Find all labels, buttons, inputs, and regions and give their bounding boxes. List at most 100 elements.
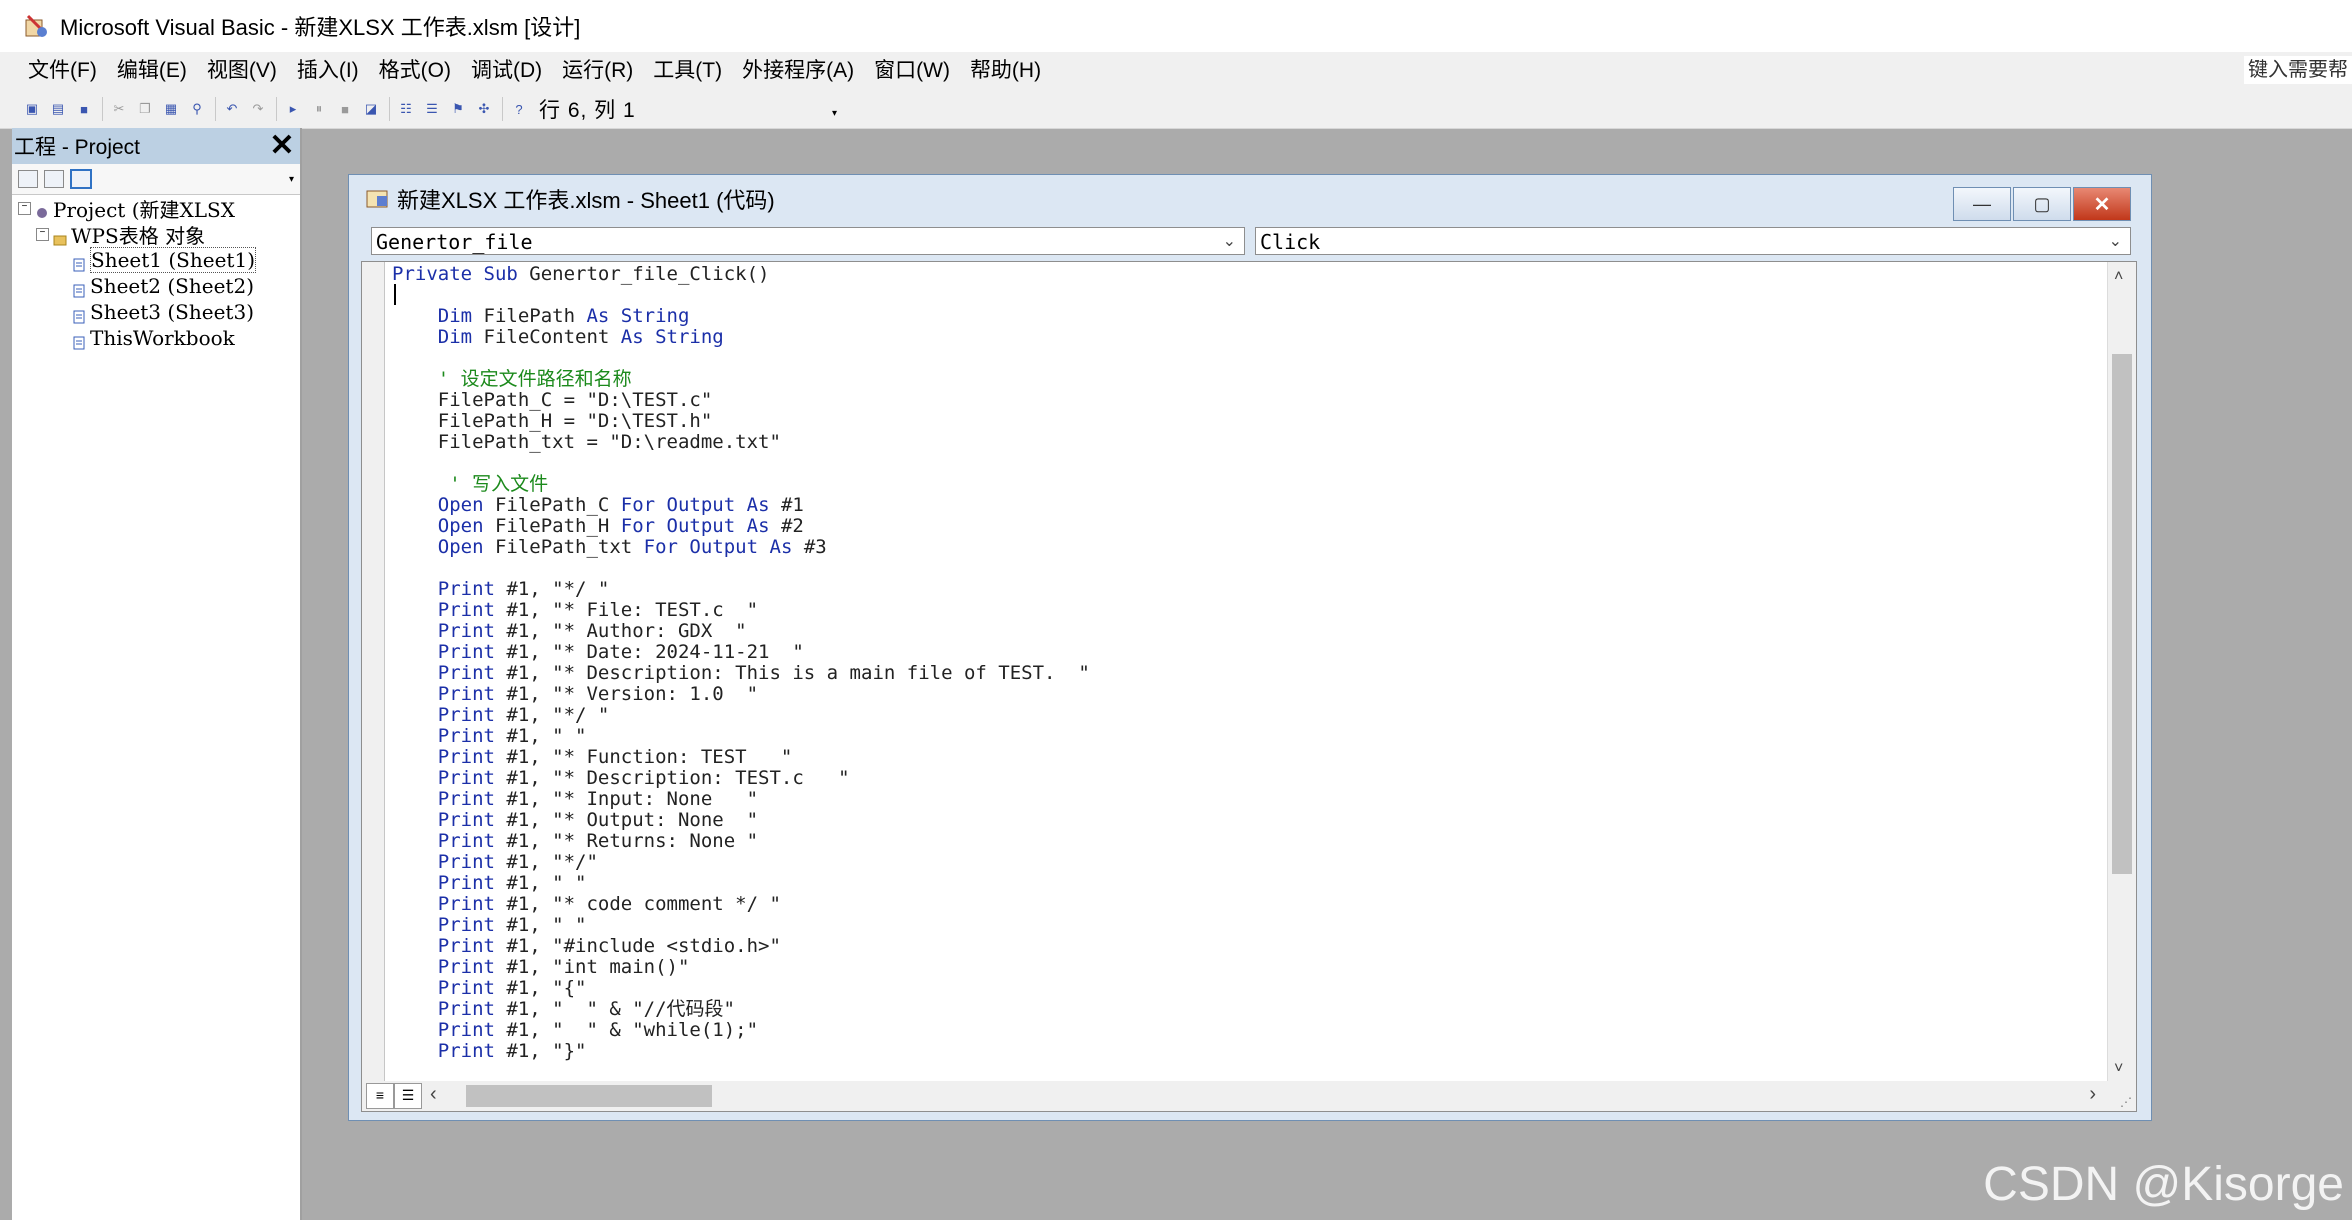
save-icon[interactable]: ■ [74, 99, 94, 119]
code-line[interactable]: Dim FileContent As String [392, 327, 1090, 348]
find-icon[interactable]: ⚲ [187, 99, 207, 119]
code-line[interactable]: Print #1, "* Version: 1.0 " [392, 684, 1090, 705]
code-line[interactable]: Open FilePath_H For Output As #2 [392, 516, 1090, 537]
collapse-icon[interactable]: − [36, 227, 49, 241]
chevron-down-icon[interactable]: ▾ [289, 174, 294, 185]
design-mode-icon[interactable]: ◪ [361, 99, 381, 119]
menu-debug[interactable]: 调试(D) [463, 54, 550, 88]
code-line[interactable]: FilePath_C = "D:\TEST.c" [392, 390, 1090, 411]
procedure-view-icon[interactable]: ≡ [366, 1083, 394, 1109]
view-object-icon[interactable] [44, 170, 64, 188]
toggle-folders-icon[interactable] [70, 169, 92, 189]
code-line[interactable]: Open FilePath_C For Output As #1 [392, 495, 1090, 516]
code-line[interactable]: Print #1, " " [392, 726, 1090, 747]
tree-node-thisworkbook[interactable]: ThisWorkbook [12, 325, 300, 351]
insert-userform-icon[interactable]: ▤ [48, 99, 68, 119]
menu-addins[interactable]: 外接程序(A) [734, 54, 862, 88]
menu-insert[interactable]: 插入(I) [289, 54, 367, 88]
code-line[interactable] [392, 285, 1090, 306]
view-code-icon[interactable] [18, 170, 38, 188]
code-text[interactable]: Private Sub Genertor_file_Click() Dim Fi… [392, 264, 1090, 1062]
code-line[interactable]: Private Sub Genertor_file_Click() [392, 264, 1090, 285]
code-line[interactable]: ' 设定文件路径和名称 [392, 369, 1090, 390]
code-line[interactable]: Print #1, "#include <stdio.h>" [392, 936, 1090, 957]
toolbar-options-chevron-down-icon[interactable]: ▾ [832, 108, 837, 119]
tree-node-folder[interactable]: − WPS表格 对象 [12, 221, 300, 248]
menu-run[interactable]: 运行(R) [554, 54, 641, 88]
scroll-down-icon[interactable]: ˅ [2114, 1060, 2123, 1078]
full-module-view-icon[interactable]: ☰ [394, 1083, 422, 1109]
code-line[interactable]: Print #1, "* Description: This is a main… [392, 663, 1090, 684]
cut-icon[interactable]: ✂ [109, 99, 129, 119]
code-line[interactable]: FilePath_txt = "D:\readme.txt" [392, 432, 1090, 453]
copy-icon[interactable]: ❐ [135, 99, 155, 119]
project-explorer-icon[interactable]: ☷ [396, 99, 416, 119]
resize-grip-icon[interactable]: ⋰ [2120, 1095, 2132, 1109]
paste-icon[interactable]: ▦ [161, 99, 181, 119]
minimize-button[interactable]: — [1953, 187, 2011, 221]
vertical-scroll-thumb[interactable] [2112, 354, 2132, 874]
menu-format[interactable]: 格式(O) [371, 54, 459, 88]
reset-icon[interactable]: ■ [335, 99, 355, 119]
code-line[interactable]: Open FilePath_txt For Output As #3 [392, 537, 1090, 558]
code-line[interactable]: Print #1, "* code comment */ " [392, 894, 1090, 915]
code-line[interactable]: Print #1, "int main()" [392, 957, 1090, 978]
menu-tools[interactable]: 工具(T) [645, 54, 730, 88]
code-line[interactable] [392, 348, 1090, 369]
code-line[interactable]: Print #1, "* Input: None " [392, 789, 1090, 810]
menu-edit[interactable]: 编辑(E) [109, 54, 195, 88]
close-icon[interactable]: ✕ [266, 130, 298, 162]
code-line[interactable]: Print #1, "}" [392, 1041, 1090, 1062]
code-line[interactable] [392, 453, 1090, 474]
code-line[interactable]: Print #1, " " & "while(1);" [392, 1020, 1090, 1041]
menu-file[interactable]: 文件(F) [20, 54, 105, 88]
view-excel-icon[interactable]: ▣ [22, 99, 42, 119]
code-line[interactable]: Print #1, "*/ " [392, 705, 1090, 726]
object-browser-icon[interactable]: ⚑ [448, 99, 468, 119]
tree-node-sheet2[interactable]: Sheet2 (Sheet2) [12, 273, 300, 299]
code-line[interactable]: FilePath_H = "D:\TEST.h" [392, 411, 1090, 432]
code-line[interactable] [392, 558, 1090, 579]
tree-node-sheet3[interactable]: Sheet3 (Sheet3) [12, 299, 300, 325]
scroll-left-icon[interactable]: ‹ [430, 1083, 437, 1106]
code-line[interactable]: Print #1, "*/" [392, 852, 1090, 873]
code-line[interactable]: Print #1, "* File: TEST.c " [392, 600, 1090, 621]
code-line[interactable]: Print #1, "* Returns: None " [392, 831, 1090, 852]
code-line[interactable]: Print #1, "* Function: TEST " [392, 747, 1090, 768]
code-editor[interactable]: Private Sub Genertor_file_Click() Dim Fi… [361, 261, 2137, 1083]
code-line[interactable]: Print #1, " " [392, 915, 1090, 936]
undo-icon[interactable]: ↶ [222, 99, 242, 119]
code-line[interactable]: Print #1, "* Description: TEST.c " [392, 768, 1090, 789]
help-search-input[interactable]: 键入需要帮 [2244, 56, 2352, 84]
chevron-down-icon[interactable]: ⌄ [2109, 228, 2122, 256]
scroll-right-icon[interactable]: › [2089, 1083, 2096, 1106]
menu-view[interactable]: 视图(V) [199, 54, 285, 88]
menu-window[interactable]: 窗口(W) [866, 54, 958, 88]
run-icon[interactable]: ▸ [283, 99, 303, 119]
chevron-down-icon[interactable]: ⌄ [1223, 228, 1236, 256]
redo-icon[interactable]: ↷ [248, 99, 268, 119]
close-button[interactable]: ✕ [2073, 187, 2131, 221]
toolbox-icon[interactable]: ✣ [474, 99, 494, 119]
menu-help[interactable]: 帮助(H) [962, 54, 1049, 88]
vertical-scrollbar[interactable]: ˄ ˅ [2107, 262, 2136, 1082]
procedure-combo[interactable]: Click ⌄ [1255, 227, 2131, 255]
object-combo[interactable]: Genertor_file ⌄ [371, 227, 1245, 255]
code-line[interactable]: Print #1, " " & "//代码段" [392, 999, 1090, 1020]
tree-node-sheet1[interactable]: Sheet1 (Sheet1) [12, 247, 300, 273]
maximize-button[interactable]: ▢ [2013, 187, 2071, 221]
break-icon[interactable]: ⏸ [309, 99, 329, 119]
help-icon[interactable]: ? [509, 99, 529, 119]
code-line[interactable]: Print #1, " " [392, 873, 1090, 894]
margin-indicator-bar[interactable] [362, 262, 385, 1082]
tree-node-project[interactable]: − Project (新建XLSX [12, 195, 300, 222]
code-line[interactable]: Print #1, "* Date: 2024-11-21 " [392, 642, 1090, 663]
code-line[interactable]: Dim FilePath As String [392, 306, 1090, 327]
horizontal-scroll-thumb[interactable] [466, 1085, 712, 1107]
properties-window-icon[interactable]: ☰ [422, 99, 442, 119]
code-line[interactable]: Print #1, "* Output: None " [392, 810, 1090, 831]
code-line[interactable]: ' 写入文件 [392, 474, 1090, 495]
collapse-icon[interactable]: − [18, 201, 31, 215]
code-line[interactable]: Print #1, "* Author: GDX " [392, 621, 1090, 642]
code-line[interactable]: Print #1, "*/ " [392, 579, 1090, 600]
